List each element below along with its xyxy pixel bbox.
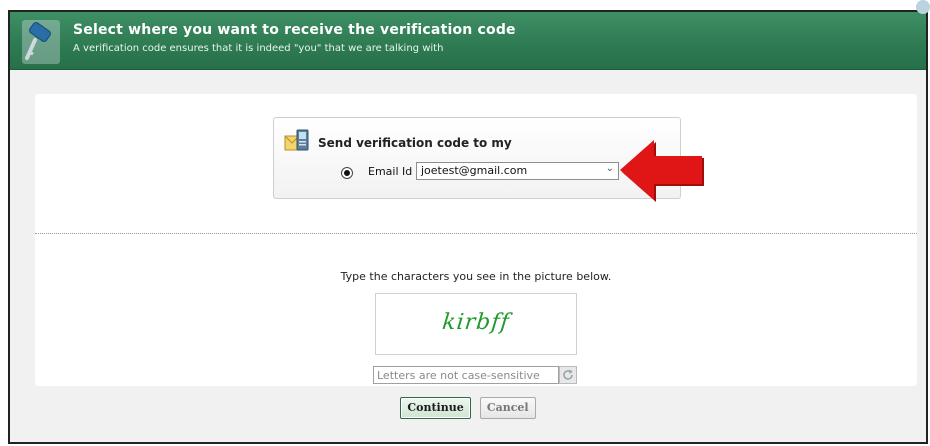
dialog-frame: Select where you want to receive the ver…	[8, 10, 928, 444]
email-select-value: joetest@gmail.com	[421, 164, 528, 177]
chevron-down-icon: ⌄	[605, 163, 614, 174]
captcha-image: kirbff	[375, 293, 577, 355]
section-divider	[35, 233, 917, 234]
page-subtitle: A verification code ensures that it is i…	[73, 43, 444, 54]
corner-decoration	[916, 0, 930, 14]
refresh-icon	[563, 369, 573, 380]
main-panel: Send verification code to my Email Id jo…	[35, 94, 917, 386]
red-arrow	[620, 140, 704, 202]
email-select[interactable]: joetest@gmail.com ⌄	[416, 162, 619, 180]
refresh-captcha-button[interactable]	[559, 366, 577, 384]
continue-button[interactable]: Continue	[400, 397, 471, 419]
phone-email-icon	[284, 129, 309, 151]
cancel-button[interactable]: Cancel	[479, 397, 536, 419]
key-icon	[22, 20, 60, 64]
email-option-label: Email Id	[368, 165, 413, 178]
captcha-input[interactable]	[373, 366, 559, 384]
send-method-heading: Send verification code to my	[318, 136, 512, 150]
button-row: Continue Cancel	[10, 396, 926, 419]
captcha-text: kirbff	[441, 310, 511, 335]
header-bar: Select where you want to receive the ver…	[10, 12, 926, 70]
email-radio[interactable]	[341, 167, 353, 179]
page-title: Select where you want to receive the ver…	[73, 22, 516, 38]
captcha-prompt: Type the characters you see in the pictu…	[340, 270, 612, 283]
